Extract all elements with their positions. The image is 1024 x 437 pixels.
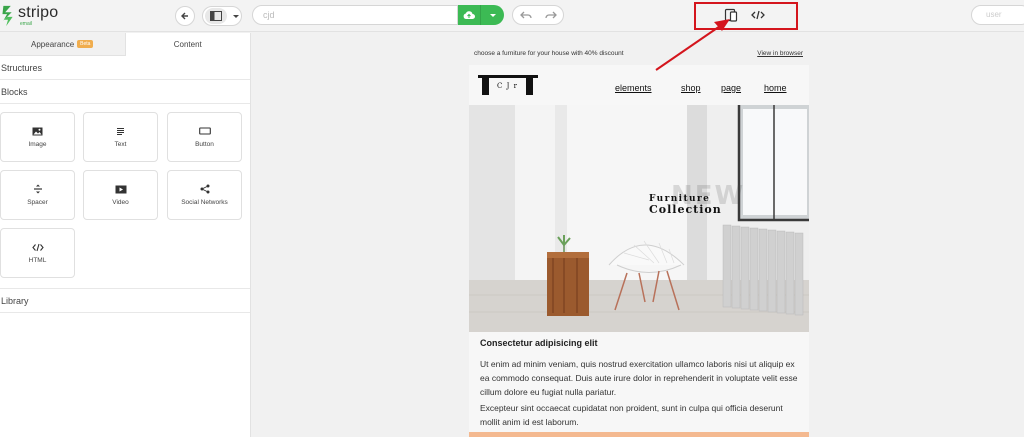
block-video-label: Video — [112, 199, 129, 206]
arrow-left-icon — [181, 12, 188, 20]
block-spacer-label: Spacer — [27, 199, 48, 206]
cloud-upload-icon — [463, 11, 475, 19]
chevron-down-icon — [233, 15, 239, 18]
section-library[interactable]: Library — [0, 289, 250, 313]
section-library-label: Library — [1, 295, 29, 306]
hero-title: Furniture Collection — [649, 194, 722, 217]
logo-name: stripo — [18, 4, 59, 21]
user-menu[interactable]: user — [971, 5, 1024, 25]
email-logo-text: C J r — [497, 82, 518, 90]
text-paragraph-2: Excepteur sint occaecat cupidatat non pr… — [480, 403, 783, 427]
text-heading: Consectetur adipisicing elit — [480, 338, 598, 348]
layout-toggle[interactable] — [202, 6, 242, 26]
section-blocks[interactable]: Blocks — [0, 80, 250, 104]
block-spacer[interactable]: Spacer — [0, 170, 75, 220]
left-panel: Appearance Beta Content Structures Block… — [0, 33, 251, 437]
chevron-down-icon — [489, 14, 496, 17]
block-html-label: HTML — [28, 257, 47, 264]
block-html[interactable]: HTML — [0, 228, 75, 278]
hero-title-line2: Collection — [649, 203, 722, 217]
nav-link-elements[interactable]: elements — [615, 83, 652, 93]
button-icon — [198, 126, 211, 136]
text-paragraph-1: Ut enim ad minim veniam, quis nostrud ex… — [480, 359, 798, 397]
section-blocks-label: Blocks — [1, 86, 28, 97]
save-button[interactable] — [458, 5, 480, 25]
block-image[interactable]: Image — [0, 112, 75, 162]
stripo-logo-icon — [2, 5, 13, 27]
tab-appearance[interactable]: Appearance Beta — [0, 33, 126, 56]
layout-panel-icon — [205, 8, 227, 24]
block-video[interactable]: Video — [83, 170, 158, 220]
image-icon — [32, 126, 43, 136]
email-footer-strip — [469, 432, 809, 437]
nav-link-shop[interactable]: shop — [681, 83, 701, 93]
top-toolbar: stripo email cjd user — [0, 0, 1024, 32]
code-icon — [31, 242, 44, 252]
video-icon — [115, 184, 127, 194]
save-options-dropdown[interactable] — [480, 5, 504, 25]
email-preheader[interactable]: choose a furniture for your house with 4… — [469, 33, 809, 65]
undo-icon[interactable] — [519, 10, 532, 20]
furniture-room-image — [469, 105, 809, 332]
block-text-label: Text — [114, 141, 127, 148]
tab-appearance-label: Appearance — [31, 39, 75, 49]
section-structures[interactable]: Structures — [0, 56, 250, 80]
email-preview[interactable]: choose a furniture for your house with 4… — [469, 33, 809, 437]
history-controls — [512, 5, 564, 25]
back-button[interactable] — [175, 6, 195, 26]
template-name-field[interactable]: cjd — [252, 5, 458, 25]
email-logo[interactable]: C J r — [478, 75, 538, 97]
nav-link-page[interactable]: page — [721, 83, 741, 93]
view-in-browser-link[interactable]: View in browser — [757, 50, 803, 57]
block-button[interactable]: Button — [167, 112, 242, 162]
hero-image[interactable]: NEW Furniture Collection — [469, 105, 809, 332]
tab-content-label: Content — [173, 40, 202, 49]
block-text[interactable]: Text — [83, 112, 158, 162]
panel-tabs: Appearance Beta Content — [0, 33, 250, 56]
share-icon — [200, 184, 210, 194]
editor-canvas[interactable]: choose a furniture for your house with 4… — [252, 33, 1024, 437]
preheader-text: choose a furniture for your house with 4… — [474, 50, 624, 57]
section-structures-label: Structures — [1, 62, 43, 73]
block-image-label: Image — [28, 141, 47, 148]
spacer-icon — [33, 184, 43, 194]
nav-link-home[interactable]: home — [764, 83, 787, 93]
beta-badge: Beta — [77, 40, 94, 48]
tab-content[interactable]: Content — [125, 33, 250, 56]
highlight-box — [694, 2, 798, 30]
logo-sub: email — [20, 21, 32, 27]
redo-icon[interactable] — [544, 10, 557, 20]
email-text-block[interactable]: Consectetur adipisicing elit Ut enim ad … — [469, 332, 809, 432]
block-social-networks[interactable]: Social Networks — [167, 170, 242, 220]
text-icon — [116, 126, 125, 136]
stripo-logo[interactable]: stripo email — [0, 2, 58, 30]
email-header[interactable]: C J r elements shop page home — [469, 65, 809, 105]
block-button-label: Button — [195, 141, 214, 148]
block-social-networks-label: Social Networks — [181, 199, 228, 206]
blocks-grid: Image Text Button Spacer Video Social Ne… — [0, 104, 250, 289]
